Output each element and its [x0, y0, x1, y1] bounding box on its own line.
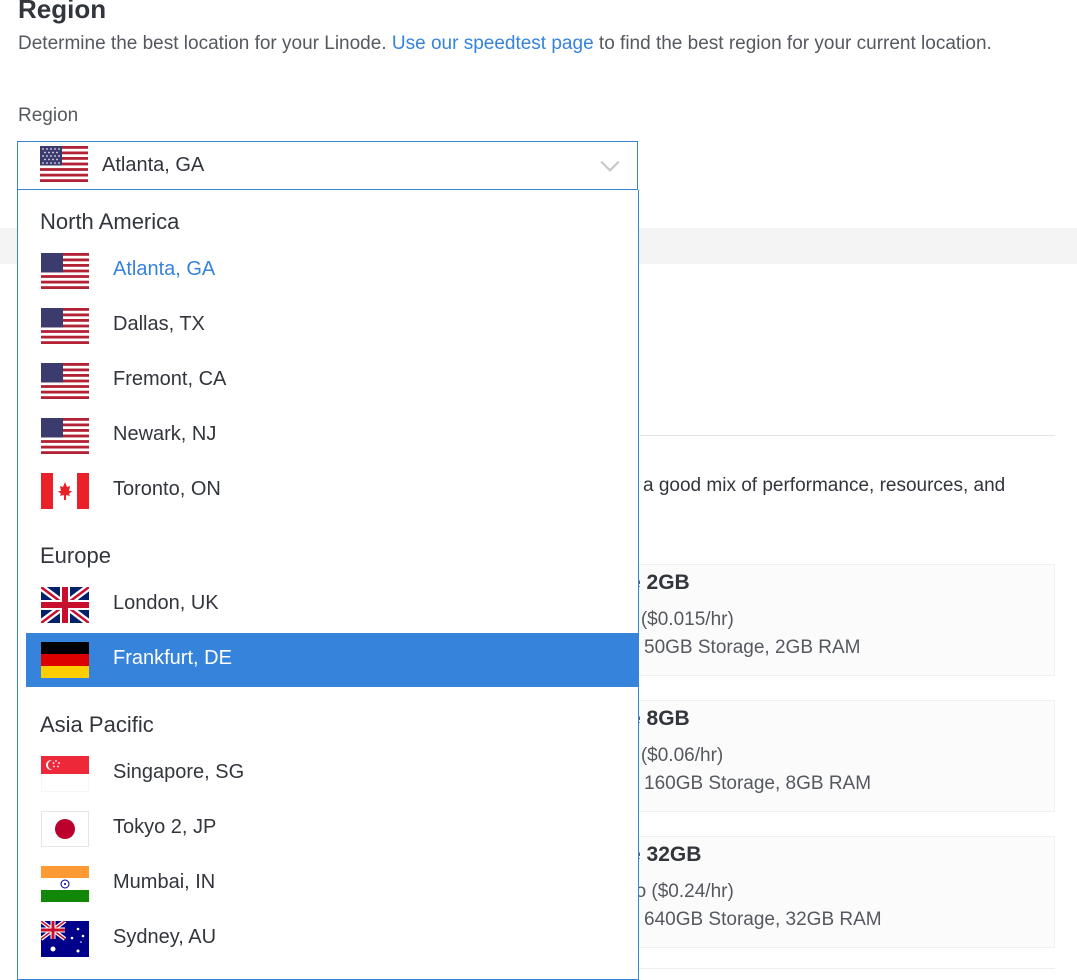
- option-label: London, UK: [113, 592, 219, 614]
- plan-card-32gb[interactable]: e 32GB no ($0.24/hr) 640GB Storage, 32GB…: [625, 836, 1055, 948]
- option-label: Newark, NJ: [113, 423, 217, 445]
- section-title: Region: [18, 0, 107, 24]
- description-text-end: to find the best region for your current…: [598, 33, 992, 54]
- section-divider: [640, 435, 1055, 436]
- group-label-north-america: North America: [40, 209, 180, 234]
- description-text: Determine the best location for your Lin…: [18, 33, 387, 54]
- plans-intro-text: a good mix of performance, resources, an…: [643, 475, 1006, 496]
- option-label: Dallas, TX: [113, 313, 205, 335]
- in-flag-icon: [41, 866, 89, 902]
- chevron-down-icon[interactable]: [599, 155, 621, 177]
- plan-specs: 640GB Storage, 32GB RAM: [644, 909, 882, 930]
- option-tokyo-2-jp[interactable]: Tokyo 2, JP: [26, 802, 638, 856]
- option-frankfurt-de[interactable]: Frankfurt, DE: [26, 633, 638, 687]
- plan-specs: 50GB Storage, 2GB RAM: [644, 637, 861, 658]
- plan-price: o ($0.06/hr): [625, 745, 724, 766]
- option-label: Atlanta, GA: [113, 258, 216, 280]
- us-flag-icon: [40, 146, 88, 182]
- us-flag-icon: [41, 253, 89, 289]
- speedtest-link[interactable]: Use our speedtest page: [392, 33, 594, 54]
- section-description: Determine the best location for your Lin…: [18, 30, 1028, 57]
- option-fremont-ca[interactable]: Fremont, CA: [26, 354, 638, 408]
- option-label: Frankfurt, DE: [113, 647, 232, 669]
- option-sydney-au[interactable]: Sydney, AU: [26, 912, 638, 966]
- ca-flag-icon: [41, 473, 89, 509]
- option-newark-nj[interactable]: Newark, NJ: [26, 409, 638, 463]
- plan-card-2gb[interactable]: e 2GB o ($0.015/hr) 50GB Storage, 2GB RA…: [625, 564, 1055, 676]
- option-dallas-tx[interactable]: Dallas, TX: [26, 299, 638, 353]
- option-label: Mumbai, IN: [113, 871, 216, 893]
- option-label: Sydney, AU: [113, 926, 217, 948]
- plan-specs: 160GB Storage, 8GB RAM: [644, 773, 872, 794]
- region-select[interactable]: Atlanta, GA: [17, 141, 638, 190]
- option-london-uk[interactable]: London, UK: [26, 578, 638, 632]
- option-atlanta-ga[interactable]: Atlanta, GA: [26, 244, 638, 298]
- plan-name: e 32GB: [629, 843, 702, 866]
- us-flag-icon: [41, 418, 89, 454]
- us-flag-icon: [41, 363, 89, 399]
- option-singapore-sg[interactable]: Singapore, SG: [26, 747, 638, 801]
- sg-flag-icon: [41, 756, 89, 792]
- jp-flag-icon: [41, 811, 89, 847]
- us-flag-icon: [41, 308, 89, 344]
- option-toronto-on[interactable]: Toronto, ON: [26, 464, 638, 518]
- option-label: Singapore, SG: [113, 761, 245, 783]
- uk-flag-icon: [41, 587, 89, 623]
- option-label: Tokyo 2, JP: [113, 816, 217, 838]
- region-label: Region: [18, 105, 79, 126]
- group-label-europe: Europe: [40, 543, 111, 568]
- au-flag-icon: [41, 921, 89, 957]
- option-label: Toronto, ON: [113, 478, 221, 500]
- option-label: Fremont, CA: [113, 368, 227, 390]
- region-select-value: Atlanta, GA: [102, 154, 205, 176]
- plan-card-8gb[interactable]: e 8GB o ($0.06/hr) 160GB Storage, 8GB RA…: [625, 700, 1055, 812]
- group-label-asia-pacific: Asia Pacific: [40, 712, 154, 737]
- de-flag-icon: [41, 642, 89, 678]
- plan-price: no ($0.24/hr): [625, 881, 734, 902]
- region-dropdown-menu[interactable]: North America Atlanta, GA Dallas, TX Fre…: [17, 190, 639, 980]
- plan-price: o ($0.015/hr): [625, 609, 734, 630]
- option-mumbai-in[interactable]: Mumbai, IN: [26, 857, 638, 911]
